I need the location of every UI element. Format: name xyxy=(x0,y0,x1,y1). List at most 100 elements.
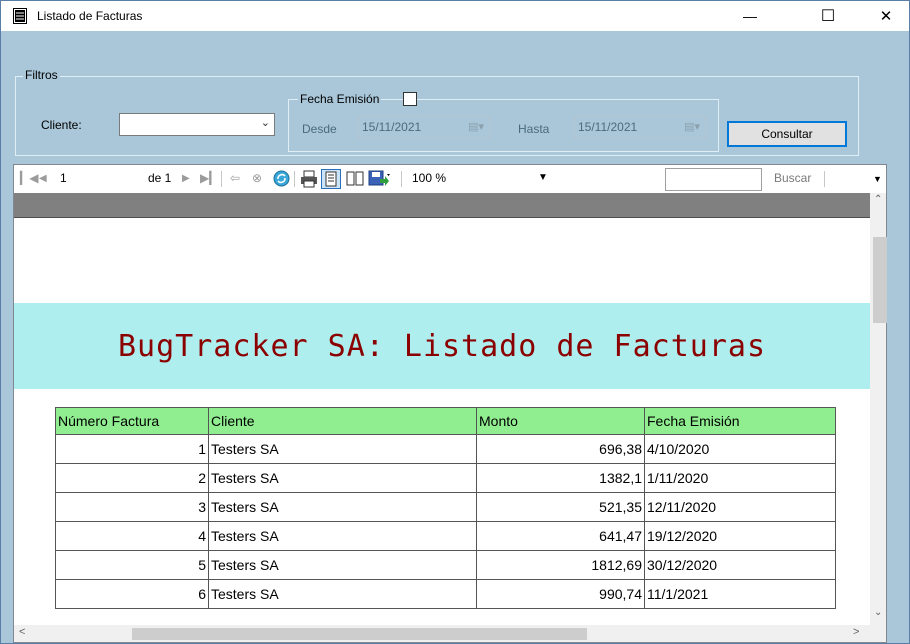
table-row: 3 Testers SA 521,35 12/11/2020 xyxy=(55,492,836,522)
title-bar[interactable]: Listado de Facturas — ☐ ✕ xyxy=(1,1,909,31)
scroll-up-icon[interactable]: ⌃ xyxy=(874,194,882,205)
hasta-value: 15/11/2021 xyxy=(578,120,638,134)
last-page-icon[interactable]: ▶▎ xyxy=(200,171,218,185)
horizontal-scroll-thumb[interactable] xyxy=(132,628,587,640)
monto-cell: 1812,69 xyxy=(476,550,645,580)
buscar-link[interactable]: Buscar xyxy=(774,171,811,185)
minimize-icon: — xyxy=(743,8,757,24)
page-setup-icon[interactable] xyxy=(345,170,365,188)
horizontal-scrollbar[interactable]: < > xyxy=(14,625,870,642)
back-icon[interactable]: ⇦ xyxy=(230,171,240,185)
numero-factura-cell: 6 xyxy=(55,579,209,609)
maximize-icon: ☐ xyxy=(820,8,836,25)
column-header: Cliente xyxy=(208,407,477,435)
report-title-band: BugTracker SA: Listado de Facturas xyxy=(14,303,870,389)
cliente-cell: Testers SA xyxy=(208,463,477,493)
invoices-table: Número Factura Cliente Monto Fecha Emisi… xyxy=(55,407,836,609)
scroll-down-icon[interactable]: ⌄ xyxy=(874,607,882,618)
maximize-button[interactable]: ☐ xyxy=(805,1,851,31)
prev-page-icon[interactable]: ◀ xyxy=(39,173,47,184)
monto-cell: 696,38 xyxy=(476,434,645,464)
cliente-cell: Testers SA xyxy=(208,492,477,522)
monto-cell: 990,74 xyxy=(476,579,645,609)
calendar-icon[interactable]: ▤▾ xyxy=(468,120,484,133)
numero-factura-cell: 2 xyxy=(55,463,209,493)
toolbar-separator xyxy=(221,171,222,187)
window-title: Listado de Facturas xyxy=(37,9,143,23)
export-icon[interactable] xyxy=(368,170,392,188)
page-number-input[interactable]: 1 xyxy=(60,171,102,189)
fecha-cell: 1/11/2020 xyxy=(644,463,836,493)
chevron-down-icon[interactable]: ▼ xyxy=(538,172,548,183)
column-header: Número Factura xyxy=(55,407,209,435)
report-header-band xyxy=(14,193,870,218)
cliente-label: Cliente: xyxy=(41,118,82,132)
cliente-cell: Testers SA xyxy=(208,550,477,580)
table-row: 2 Testers SA 1382,1 1/11/2020 xyxy=(55,463,836,493)
app-document-icon xyxy=(13,8,27,24)
filtros-legend: Filtros xyxy=(23,68,60,82)
toolbar-separator xyxy=(294,171,295,187)
column-header: Fecha Emisión xyxy=(644,407,836,435)
monto-cell: 1382,1 xyxy=(476,463,645,493)
table-row: 6 Testers SA 990,74 11/1/2021 xyxy=(55,579,836,609)
find-text-input[interactable] xyxy=(665,168,762,191)
fecha-emision-checkbox[interactable] xyxy=(403,92,417,106)
report-viewer: ▎◀ ◀ 1 de 1 ▶ ▶▎ ⇦ ⊗ 100 % ▼ Buscar ▼ Bu… xyxy=(13,164,887,643)
next-page-icon[interactable]: ▶ xyxy=(182,173,190,184)
print-icon[interactable] xyxy=(300,170,318,188)
table-row: 4 Testers SA 641,47 19/12/2020 xyxy=(55,521,836,551)
table-row: 1 Testers SA 696,38 4/10/2020 xyxy=(55,434,836,464)
cliente-cell: Testers SA xyxy=(208,434,477,464)
hasta-label: Hasta xyxy=(518,122,550,136)
toolbar-overflow-icon[interactable]: ▼ xyxy=(873,174,882,184)
fecha-cell: 12/11/2020 xyxy=(644,492,836,522)
table-row: 5 Testers SA 1812,69 30/12/2020 xyxy=(55,550,836,580)
desde-datepicker[interactable]: 15/11/2021 ▤▾ xyxy=(358,116,490,138)
numero-factura-cell: 4 xyxy=(55,521,209,551)
consultar-button[interactable]: Consultar xyxy=(727,121,847,147)
scroll-right-icon[interactable]: > xyxy=(853,626,859,638)
close-icon: ✕ xyxy=(879,8,893,25)
report-toolbar: ▎◀ ◀ 1 de 1 ▶ ▶▎ ⇦ ⊗ 100 % ▼ Buscar ▼ xyxy=(14,165,886,194)
numero-factura-cell: 1 xyxy=(55,434,209,464)
cliente-cell: Testers SA xyxy=(208,521,477,551)
first-page-icon[interactable]: ▎◀ xyxy=(20,171,38,185)
toolbar-separator xyxy=(824,171,825,187)
desde-value: 15/11/2021 xyxy=(362,120,422,134)
fecha-cell: 4/10/2020 xyxy=(644,434,836,464)
hasta-datepicker[interactable]: 15/11/2021 ▤▾ xyxy=(574,116,706,138)
form-client-area: Filtros Cliente: ⌄ Fecha Emisión Desde 1… xyxy=(1,31,909,643)
report-page: BugTracker SA: Listado de Facturas Númer… xyxy=(14,218,870,625)
numero-factura-cell: 3 xyxy=(55,492,209,522)
minimize-button[interactable]: — xyxy=(727,1,773,31)
fecha-emision-legend: Fecha Emisión xyxy=(298,92,382,106)
numero-factura-cell: 5 xyxy=(55,550,209,580)
vertical-scrollbar[interactable]: ⌃ ⌄ xyxy=(870,193,887,625)
scroll-left-icon[interactable]: < xyxy=(19,626,25,638)
scrollbar-corner xyxy=(870,625,886,642)
fecha-cell: 30/12/2020 xyxy=(644,550,836,580)
cliente-cell: Testers SA xyxy=(208,579,477,609)
page-count-label: de 1 xyxy=(148,171,172,185)
vertical-scroll-thumb[interactable] xyxy=(873,237,887,323)
refresh-icon[interactable] xyxy=(273,170,290,187)
chevron-down-icon[interactable]: ⌄ xyxy=(261,116,270,129)
desde-label: Desde xyxy=(302,122,337,136)
zoom-value: 100 % xyxy=(412,171,447,185)
monto-cell: 641,47 xyxy=(476,521,645,551)
calendar-icon[interactable]: ▤▾ xyxy=(684,120,700,133)
cliente-combobox[interactable]: ⌄ xyxy=(119,113,275,136)
zoom-combobox[interactable]: 100 % ▼ xyxy=(408,169,564,189)
report-title: BugTracker SA: Listado de Facturas xyxy=(117,328,767,364)
column-header: Monto xyxy=(476,407,645,435)
stop-icon[interactable]: ⊗ xyxy=(252,171,262,185)
main-window: Listado de Facturas — ☐ ✕ Filtros Client… xyxy=(0,0,910,644)
table-header-row: Número Factura Cliente Monto Fecha Emisi… xyxy=(55,407,836,435)
monto-cell: 521,35 xyxy=(476,492,645,522)
consultar-label: Consultar xyxy=(761,127,813,141)
close-button[interactable]: ✕ xyxy=(863,1,909,31)
fecha-cell: 19/12/2020 xyxy=(644,521,836,551)
toolbar-separator xyxy=(401,171,402,187)
print-layout-icon[interactable] xyxy=(321,169,341,189)
